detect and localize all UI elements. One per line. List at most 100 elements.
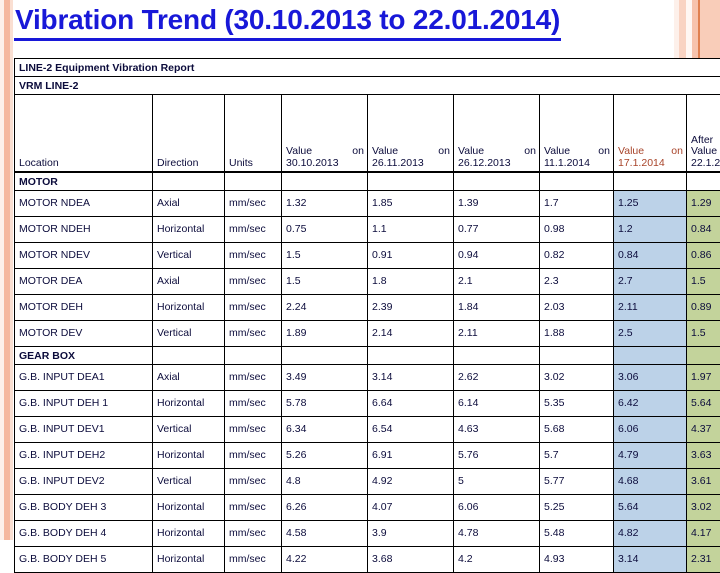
cell-value-1: 1.89 <box>282 320 368 346</box>
cell-value-2: 2.39 <box>368 294 454 320</box>
cell-value-5: 3.14 <box>614 546 687 572</box>
column-header-value-4: Value on 11.1.2014 <box>540 133 614 173</box>
column-header-units: Units <box>225 133 282 173</box>
section-filler-cell <box>153 346 225 364</box>
cell-value-6: 3.63 <box>687 442 720 468</box>
report-banner-label: LINE-2 Equipment Vibration Report <box>15 59 720 77</box>
cell-value-3: 2.62 <box>454 364 540 390</box>
cell-direction: Axial <box>153 268 225 294</box>
cell-value-1: 5.26 <box>282 442 368 468</box>
table-row: G.B. INPUT DEH 1 Horizontal mm/sec 5.78 … <box>15 390 720 416</box>
section-filler-cell <box>368 346 454 364</box>
section-header-row: GEAR BOX <box>15 346 720 364</box>
cell-value-6: 1.5 <box>687 320 720 346</box>
cell-location: MOTOR DEV <box>15 320 153 346</box>
column-header-value-3-line2: Value on <box>458 146 536 158</box>
cell-value-6: 4.37 <box>687 416 720 442</box>
cell-value-1: 0.75 <box>282 216 368 242</box>
spacer-cell <box>153 95 225 133</box>
cell-location: G.B. INPUT DEV2 <box>15 468 153 494</box>
cell-units: mm/sec <box>225 242 282 268</box>
cell-value-3: 6.06 <box>454 494 540 520</box>
cell-value-6: 3.02 <box>687 494 720 520</box>
table-row: G.B. BODY DEH 3 Horizontal mm/sec 6.26 4… <box>15 494 720 520</box>
column-header-row: Location Direction Units Value on 30.10.… <box>15 133 720 173</box>
column-header-value-2: Value on 26.11.2013 <box>368 133 454 173</box>
cell-location: G.B. BODY DEH 5 <box>15 546 153 572</box>
cell-direction: Vertical <box>153 416 225 442</box>
cell-units: mm/sec <box>225 520 282 546</box>
cell-value-6: 0.89 <box>687 294 720 320</box>
cell-value-4: 0.82 <box>540 242 614 268</box>
cell-units: mm/sec <box>225 320 282 346</box>
cell-direction: Horizontal <box>153 494 225 520</box>
cell-value-6: 3.61 <box>687 468 720 494</box>
spacer-cell <box>454 95 540 133</box>
cell-value-3: 0.77 <box>454 216 540 242</box>
cell-value-4: 3.02 <box>540 364 614 390</box>
table-row: G.B. INPUT DEH2 Horizontal mm/sec 5.26 6… <box>15 442 720 468</box>
cell-value-1: 1.5 <box>282 268 368 294</box>
cell-units: mm/sec <box>225 442 282 468</box>
stripe-segment <box>10 0 13 540</box>
table-row: G.B. INPUT DEV2 Vertical mm/sec 4.8 4.92… <box>15 468 720 494</box>
column-header-value-6-line3: 22.1.2014 <box>691 158 720 170</box>
table-row: MOTOR NDEV Vertical mm/sec 1.5 0.91 0.94… <box>15 242 720 268</box>
cell-value-3: 5.76 <box>454 442 540 468</box>
page-title-container: Vibration Trend (30.10.2013 to 22.01.201… <box>14 2 720 44</box>
cell-units: mm/sec <box>225 268 282 294</box>
cell-value-4: 5.7 <box>540 442 614 468</box>
column-header-value-1: Value on 30.10.2013 <box>282 133 368 173</box>
cell-value-5: 0.84 <box>614 242 687 268</box>
stripe-segment <box>0 0 4 540</box>
cell-value-5: 4.82 <box>614 520 687 546</box>
cell-direction: Axial <box>153 364 225 390</box>
table-row: G.B. BODY DEH 4 Horizontal mm/sec 4.58 3… <box>15 520 720 546</box>
table-row: MOTOR DEV Vertical mm/sec 1.89 2.14 2.11… <box>15 320 720 346</box>
header-spacer-row <box>15 95 720 133</box>
section-filler-cell <box>225 172 282 190</box>
cell-value-3: 4.78 <box>454 520 540 546</box>
cell-value-1: 3.49 <box>282 364 368 390</box>
cell-value-2: 6.64 <box>368 390 454 416</box>
cell-units: mm/sec <box>225 546 282 572</box>
section-filler-cell <box>687 346 720 364</box>
cell-value-2: 6.54 <box>368 416 454 442</box>
section-label-motor: MOTOR <box>15 172 153 190</box>
cell-value-1: 1.32 <box>282 190 368 216</box>
cell-value-5: 4.79 <box>614 442 687 468</box>
section-filler-cell <box>153 172 225 190</box>
spacer-cell <box>614 95 687 133</box>
cell-location: MOTOR NDEH <box>15 216 153 242</box>
section-filler-cell <box>368 172 454 190</box>
cell-value-4: 2.03 <box>540 294 614 320</box>
cell-units: mm/sec <box>225 416 282 442</box>
cell-units: mm/sec <box>225 294 282 320</box>
section-header-row: MOTOR <box>15 172 720 190</box>
cell-location: G.B. BODY DEH 4 <box>15 520 153 546</box>
cell-value-2: 0.91 <box>368 242 454 268</box>
cell-value-5: 2.7 <box>614 268 687 294</box>
cell-value-2: 4.07 <box>368 494 454 520</box>
cell-direction: Axial <box>153 190 225 216</box>
cell-value-6: 5.64 <box>687 390 720 416</box>
cell-value-4: 1.7 <box>540 190 614 216</box>
cell-value-4: 5.35 <box>540 390 614 416</box>
cell-value-6: 1.5 <box>687 268 720 294</box>
cell-value-3: 4.63 <box>454 416 540 442</box>
cell-units: mm/sec <box>225 494 282 520</box>
cell-location: G.B. INPUT DEA1 <box>15 364 153 390</box>
section-filler-cell <box>540 172 614 190</box>
cell-value-5: 1.25 <box>614 190 687 216</box>
equipment-banner-row: VRM LINE-2 <box>15 77 720 95</box>
cell-value-2: 1.8 <box>368 268 454 294</box>
spacer-cell <box>368 95 454 133</box>
cell-direction: Vertical <box>153 242 225 268</box>
cell-value-2: 3.9 <box>368 520 454 546</box>
cell-direction: Horizontal <box>153 442 225 468</box>
cell-location: G.B. INPUT DEH 1 <box>15 390 153 416</box>
section-filler-cell <box>225 346 282 364</box>
spacer-cell <box>225 95 282 133</box>
cell-value-5: 4.68 <box>614 468 687 494</box>
cell-value-3: 2.11 <box>454 320 540 346</box>
